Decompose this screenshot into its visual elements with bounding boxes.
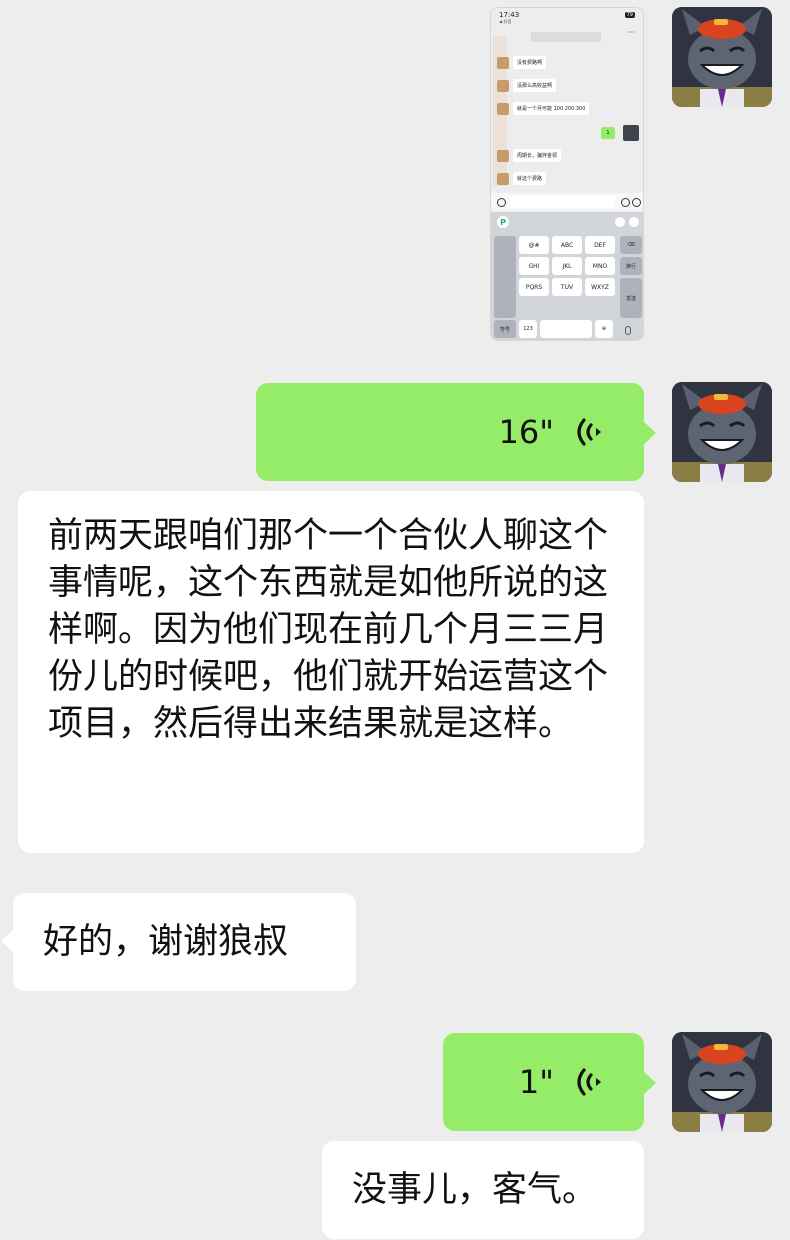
shot-key: MNO xyxy=(585,257,615,275)
wolf-avatar-icon xyxy=(672,1032,772,1132)
voice-transcription: 前两天跟咱们那个一个合伙人聊这个事情呢，这个东西就是如他所说的这样啊。因为他们现… xyxy=(18,491,644,853)
shot-keyboard-toolbar: P xyxy=(491,212,643,232)
voice-transcription: 没事儿，客气。 xyxy=(322,1141,644,1239)
shot-newline-key: 换行 xyxy=(620,257,642,275)
incoming-message[interactable]: 好的，谢谢狼叔 xyxy=(1,893,356,991)
shot-tool-icon xyxy=(615,217,625,227)
shot-line: 周期长，骗拌金领 xyxy=(513,149,562,162)
shot-key: WXYZ xyxy=(585,278,615,296)
shot-self-avatar xyxy=(623,125,639,141)
shot-line: 就是一个月可能 100.200.300 xyxy=(513,102,590,115)
voice-message[interactable]: 16" xyxy=(256,383,656,481)
transcription-text: 前两天跟咱们那个一个合伙人聊这个事情呢，这个东西就是如他所说的这样啊。因为他们现… xyxy=(48,516,609,744)
shot-voice-icon xyxy=(497,197,506,207)
shot-key: @# xyxy=(519,236,549,254)
shot-avatar xyxy=(497,79,509,92)
shot-message-row: 就是一个月可能 100.200.300 xyxy=(497,102,590,115)
shot-key: ABC xyxy=(552,236,582,254)
shot-key: GHI xyxy=(519,257,549,275)
shot-mic-icon xyxy=(625,326,631,335)
shot-delete-key: ⌫ xyxy=(620,236,642,254)
shot-send-key: 发送 xyxy=(620,278,642,318)
transcription-text: 没事儿，客气。 xyxy=(352,1169,598,1210)
shot-avatar xyxy=(497,102,509,115)
self-avatar[interactable] xyxy=(672,382,772,482)
self-avatar[interactable] xyxy=(672,1032,772,1132)
wolf-avatar-icon xyxy=(672,7,772,107)
voice-duration: 1" xyxy=(518,1063,554,1101)
shot-message-row: 没有费路啊 xyxy=(497,56,547,69)
shot-plus-icon xyxy=(632,197,641,207)
shot-bottom-row: 符号 123 ⊕ xyxy=(494,320,613,338)
shot-avatar xyxy=(497,172,509,185)
shot-avatar xyxy=(497,149,509,162)
shot-key: DEF xyxy=(585,236,615,254)
voice-message[interactable]: 1" xyxy=(443,1033,656,1131)
shot-key: PQRS xyxy=(519,278,549,296)
shot-input-bar xyxy=(491,193,643,211)
shot-avatar xyxy=(497,56,509,69)
shot-input-field xyxy=(510,196,615,208)
message-text: 好的，谢谢狼叔 xyxy=(43,921,289,962)
shot-ime-logo-icon: P xyxy=(497,216,509,228)
shot-tool-icon xyxy=(629,217,639,227)
shot-lang-key: ⊕ xyxy=(595,320,613,338)
voice-wave-icon xyxy=(577,1068,601,1096)
image-message-screenshot[interactable]: 17:43 79 ◀ 抖音 ··· 没有费路啊 没那么高收益啊 就是一个月可能 … xyxy=(490,7,644,341)
shot-blurred-name xyxy=(531,32,601,42)
shot-message-row: 没那么高收益啊 xyxy=(497,79,557,92)
shot-green-bubble: 1 xyxy=(601,127,615,139)
shot-line: 就这个费路 xyxy=(513,172,547,185)
shot-line: 没那么高收益啊 xyxy=(513,79,557,92)
shot-symbol-key: 符号 xyxy=(494,320,516,338)
shot-message-row: 就这个费路 xyxy=(497,172,547,185)
shot-key: JKL xyxy=(552,257,582,275)
shot-key: TUV xyxy=(552,278,582,296)
wolf-avatar-icon xyxy=(672,382,772,482)
shot-line: 没有费路啊 xyxy=(513,56,547,69)
self-avatar[interactable] xyxy=(672,7,772,107)
shot-key-grid: @# ABC DEF GHI JKL MNO PQRS TUV WXYZ xyxy=(519,236,615,296)
shot-time: 17:43 xyxy=(499,11,520,19)
shot-num-key: 123 xyxy=(519,320,537,338)
shot-keyboard: P @# ABC DEF GHI JKL MNO PQRS TUV WXYZ ⌫… xyxy=(491,212,643,340)
shot-battery: 79 xyxy=(624,12,635,18)
shot-emoji-icon xyxy=(621,197,630,207)
shot-message-row: 周期长，骗拌金领 xyxy=(497,149,562,162)
voice-duration: 16" xyxy=(498,413,554,451)
voice-wave-icon xyxy=(577,418,601,446)
shot-space-key xyxy=(540,320,592,338)
shot-punctuation-column xyxy=(494,236,516,318)
